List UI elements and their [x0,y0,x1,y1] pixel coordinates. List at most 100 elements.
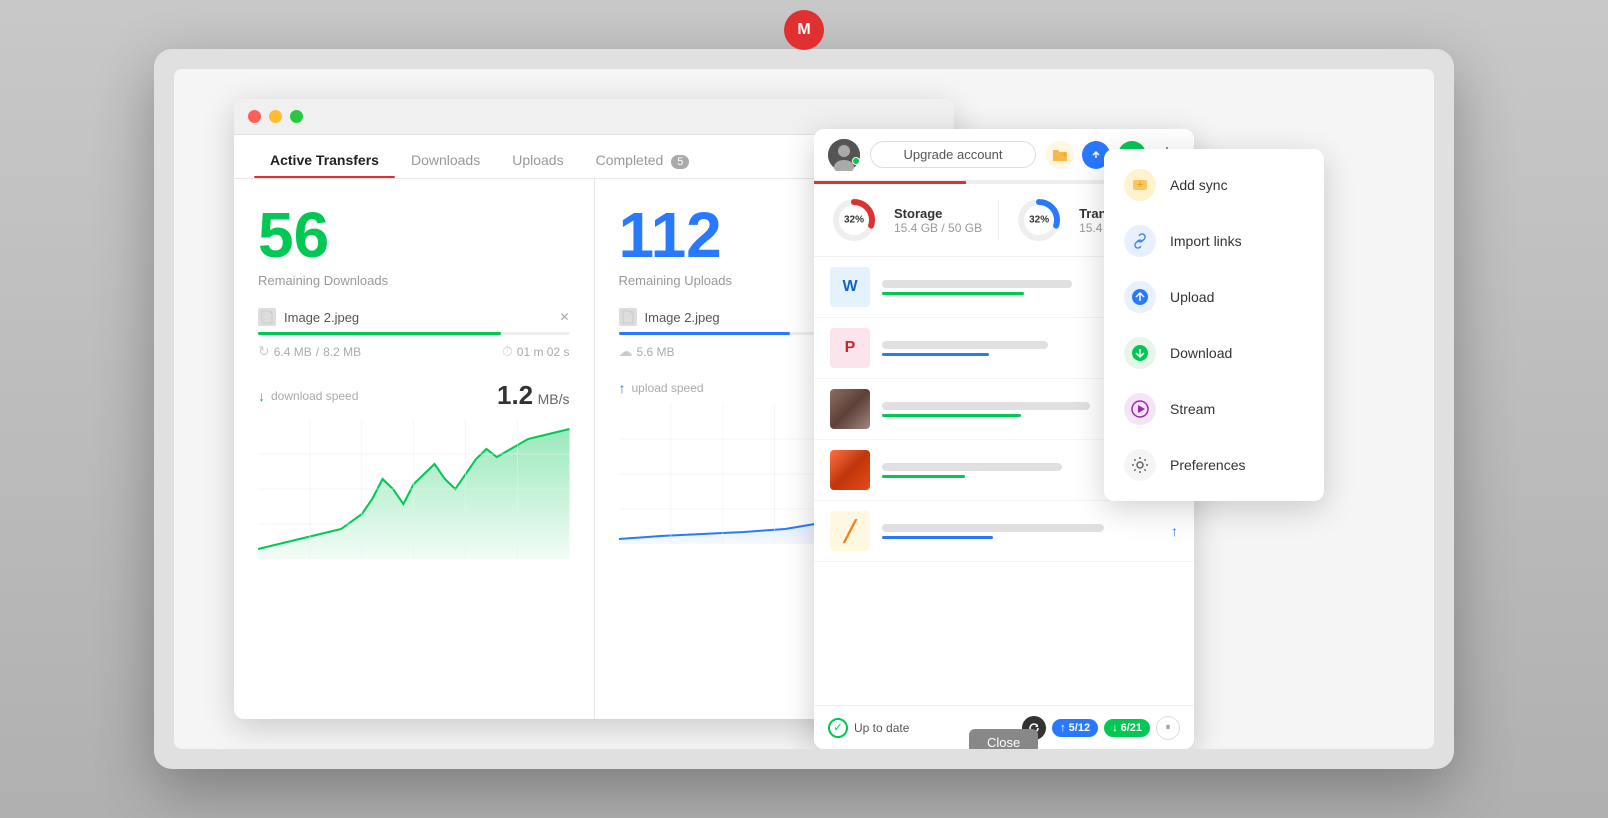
list-item: ╱ ↑ [814,501,1194,562]
storage-donut: 32% [830,196,878,244]
minimize-button[interactable] [269,110,282,123]
laptop-screen: Active Transfers Downloads Uploads Compl… [174,69,1434,749]
remaining-downloads-count: 56 [258,203,570,267]
remaining-downloads-label: Remaining Downloads [258,273,570,288]
transfer-counts: ↑ 5/12 ↓ 6/21 ⏸ [1022,716,1180,740]
download-size-total: 8.2 MB [323,345,361,359]
download-transfer-item: Image 2.jpeg ✕ [258,308,570,326]
upload-progress-fill [619,332,790,335]
download-progress-bar [258,332,570,335]
upgrade-account-button[interactable]: Upgrade account [870,141,1036,168]
transfer-progress-bar [882,414,1021,417]
download-count: 6/21 [1121,722,1142,734]
download-file-name: Image 2.jpeg [284,310,551,325]
filename-placeholder [882,402,1090,410]
transfer-donut: 32% [1015,196,1063,244]
storage-label: Storage [894,206,982,221]
download-label: Download [1170,345,1232,361]
close-button[interactable] [248,110,261,123]
download-size-current: 6.4 MB [274,345,312,359]
upload-count-badge: ↑ 5/12 [1052,719,1098,737]
upload-arrow: ↑ [1171,523,1178,539]
stream-menu-icon [1124,393,1156,425]
download-speed-unit: MB/s [538,391,570,407]
laptop-wrapper: M Active Transfers Downloads [0,0,1608,818]
import-links-icon [1124,225,1156,257]
upload-speed-label: upload speed [632,381,704,395]
tab-downloads[interactable]: Downloads [395,152,496,178]
tab-completed[interactable]: Completed 5 [580,152,706,178]
download-close-btn[interactable]: ✕ [559,310,569,324]
footer-pause-button[interactable]: ⏸ [1156,716,1180,740]
download-meta: ↻ 6.4 MB / 8.2 MB ⏱ 01 m 02 s [258,343,570,360]
transfer-item-info [882,280,1119,295]
download-menu-icon [1124,337,1156,369]
stream-label: Stream [1170,401,1215,417]
download-chart [258,419,570,559]
dropdown-item-preferences[interactable]: Preferences [1104,437,1324,493]
add-folder-icon[interactable]: + [1046,141,1074,169]
download-time-remaining: 01 m 02 s [517,345,570,359]
maximize-button[interactable] [290,110,303,123]
file-thumb-excel: ╱ [830,511,870,551]
upload-label: Upload [1170,289,1214,305]
dropdown-item-add-sync[interactable]: + Add sync [1104,157,1324,213]
download-progress-fill [258,332,501,335]
tab-active-transfers[interactable]: Active Transfers [254,152,395,178]
filename-placeholder [882,341,1048,349]
dropdown-item-upload[interactable]: Upload [1104,269,1324,325]
upload-arrow-icon: ↑ [619,380,626,396]
add-sync-icon: + [1124,169,1156,201]
import-links-label: Import links [1170,233,1242,249]
transfer-progress-bar [882,536,993,539]
close-widget-area: Close [969,729,1038,749]
svg-text:+: + [1062,150,1067,159]
storage-divider [998,200,999,240]
download-panel: 56 Remaining Downloads Image 2.jpeg ✕ [234,179,595,719]
transfer-item-info [882,341,1119,356]
download-speed-label: download speed [271,389,358,403]
dropdown-item-import-links[interactable]: Import links [1104,213,1324,269]
transfer-item-meta: ↑ [1171,523,1178,539]
laptop: Active Transfers Downloads Uploads Compl… [154,49,1454,769]
add-sync-label: Add sync [1170,177,1228,193]
dropdown-item-stream[interactable]: Stream [1104,381,1324,437]
mega-avatar [828,139,860,171]
preferences-menu-icon [1124,449,1156,481]
download-arrow-badge: ↓ [1112,722,1118,734]
tab-uploads[interactable]: Uploads [496,152,579,178]
download-count-badge: ↓ 6/21 [1104,719,1150,737]
online-indicator [852,157,860,165]
storage-pct: 32% [844,215,864,226]
transfer-item-info [882,524,1159,539]
upload-count: 5/12 [1069,722,1090,734]
transfer-progress-bar [882,475,965,478]
upload-file-size: 5.6 MB [637,345,675,359]
download-speed-info: ↓ download speed 1.2 MB/s [258,380,570,411]
upload-arrow-badge: ↑ [1060,722,1066,734]
filename-placeholder [882,524,1104,532]
dropdown-item-download[interactable]: Download [1104,325,1324,381]
close-button[interactable]: Close [969,729,1038,749]
file-thumb-photo2 [830,450,870,490]
filename-placeholder [882,280,1072,288]
transfer-progress-bar [882,353,989,356]
transfer-progress-bar [882,292,1024,295]
preferences-label: Preferences [1170,457,1245,473]
file-thumb-ppt: P [830,328,870,368]
up-to-date-label: Up to date [854,721,909,735]
download-arrow-icon: ↓ [258,388,265,404]
download-speed-value: 1.2 [497,380,533,410]
check-circle-icon: ✓ [828,718,848,738]
storage-usage: 15.4 GB / 50 GB [894,221,982,235]
svg-text:+: + [1137,180,1143,191]
dropdown-menu: + Add sync Import links Upload [1104,149,1324,501]
upload-menu-icon [1124,281,1156,313]
file-thumb-photo1 [830,389,870,429]
top-avatar: M [784,10,824,50]
upload-file-icon [619,308,637,326]
filename-placeholder [882,463,1062,471]
completed-badge: 5 [671,155,689,169]
file-thumb-word: W [830,267,870,307]
file-icon [258,308,276,326]
